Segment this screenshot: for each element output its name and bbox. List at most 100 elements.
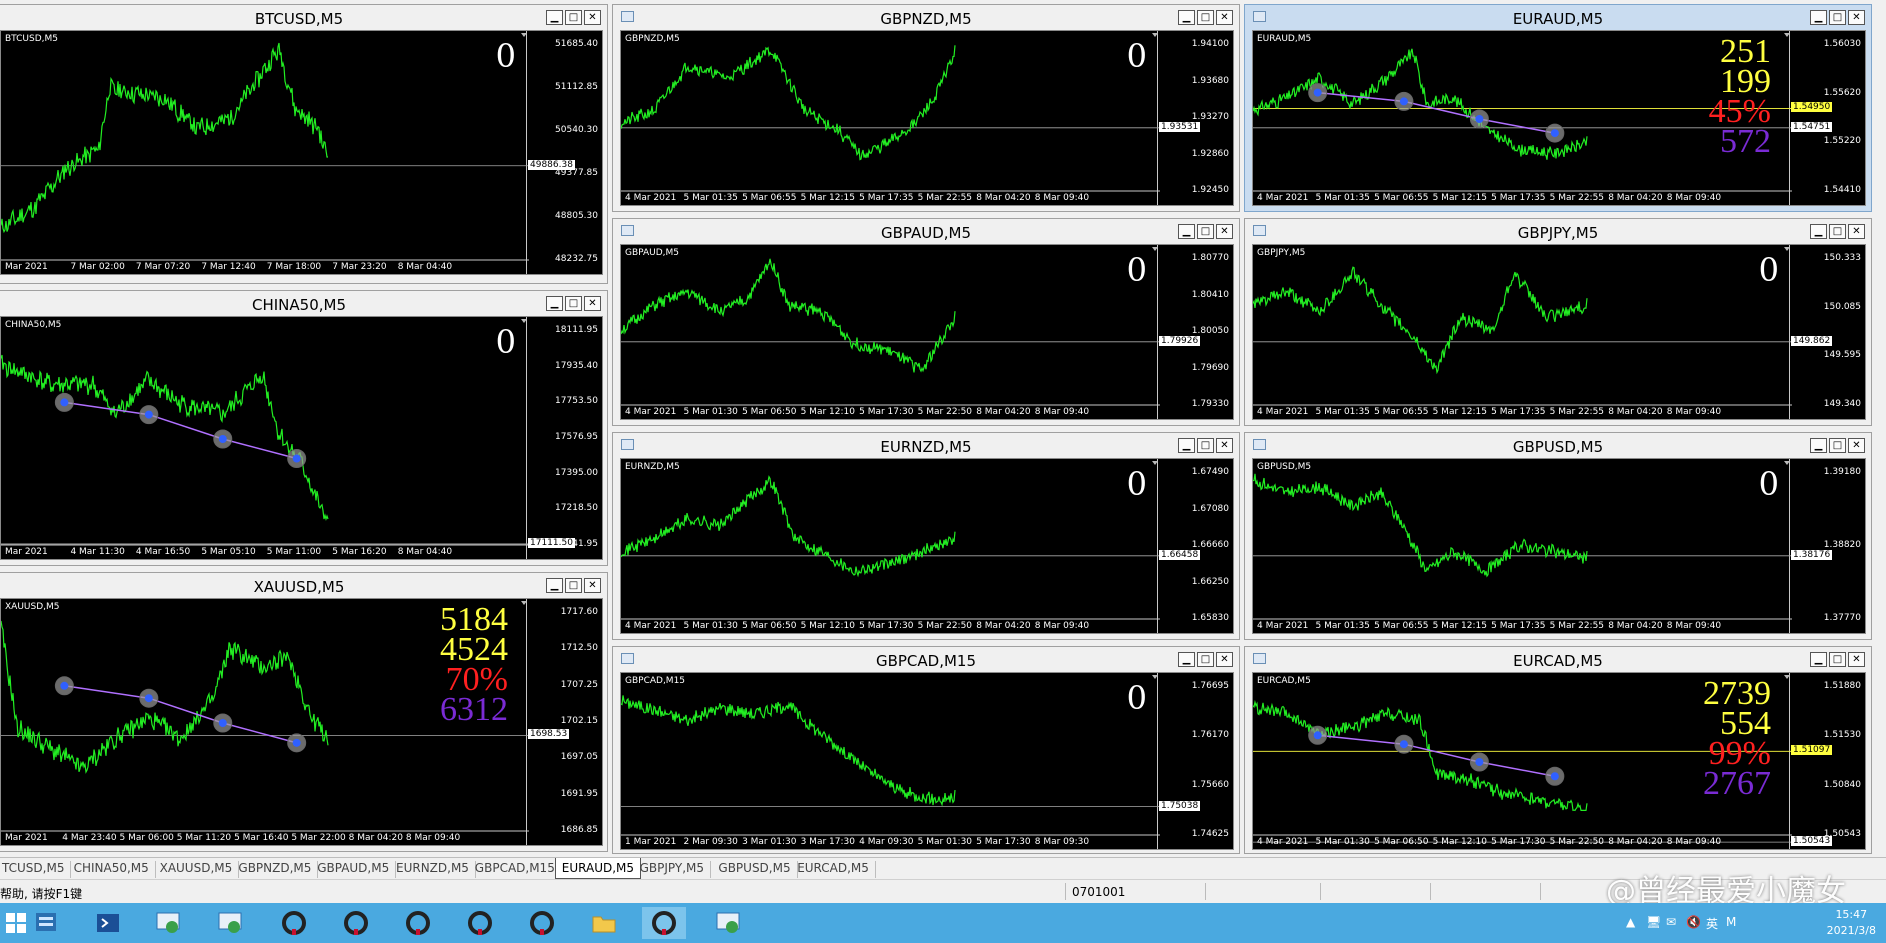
- minimize-button[interactable]: ▁: [546, 578, 563, 593]
- chart-plot-area[interactable]: EURNZD,M5 0 4 Mar 2021 5 Mar 01:30 5 Mar 06:…: [621, 459, 1160, 633]
- chart-plot-area[interactable]: GBPJPY,M5 0 4 Mar 2021 5 Mar 01:35 5 Mar 06:…: [1253, 245, 1792, 419]
- chart-tab[interactable]: EURCAD,M5: [791, 861, 876, 878]
- terminal-app-icon[interactable]: [278, 907, 310, 939]
- close-button[interactable]: ✕: [1848, 224, 1865, 239]
- chart-tab[interactable]: XAUUSD,M5: [154, 861, 240, 878]
- price-chart[interactable]: BTCUSD,M5 0 Mar 2021 7 Mar 02:00 7 Mar 07:20…: [0, 30, 603, 275]
- price-chart[interactable]: GBPUSD,M5 0 4 Mar 2021 5 Mar 01:35 5 Mar 06:…: [1252, 458, 1866, 634]
- maximize-button[interactable]: □: [1829, 438, 1846, 453]
- chart-plot-area[interactable]: EURAUD,M5 251 199 45% 572 4 Mar 2021 5 Mar 01:…: [1253, 31, 1792, 205]
- chart-plot-area[interactable]: GBPAUD,M5 0 4 Mar 2021 5 Mar 01:30 5 Mar 06:…: [621, 245, 1160, 419]
- maximize-button[interactable]: □: [565, 296, 582, 311]
- remote-desktop-icon[interactable]: [214, 907, 246, 939]
- window-titlebar[interactable]: BTCUSD,M5 ▁ □ ✕: [0, 5, 607, 29]
- tray-icon[interactable]: 英: [1706, 915, 1718, 932]
- chart-tab[interactable]: TCUSD,M5: [0, 861, 72, 878]
- close-button[interactable]: ✕: [1216, 10, 1233, 25]
- maximize-button[interactable]: □: [565, 10, 582, 25]
- chart-plot-area[interactable]: CHINA50,M5 0 Mar 2021 4 Mar 11:30 4 Mar 16:5…: [1, 317, 529, 559]
- maximize-button[interactable]: □: [1197, 10, 1214, 25]
- chart-tab[interactable]: GBPNZD,M5: [232, 861, 319, 878]
- start-button[interactable]: [0, 907, 32, 939]
- price-chart[interactable]: GBPJPY,M5 0 4 Mar 2021 5 Mar 01:35 5 Mar 06:…: [1252, 244, 1866, 420]
- chart-plot-area[interactable]: GBPNZD,M5 0 4 Mar 2021 5 Mar 01:35 5 Mar 06:…: [621, 31, 1160, 205]
- minimize-button[interactable]: ▁: [1178, 224, 1195, 239]
- close-button[interactable]: ✕: [1848, 438, 1865, 453]
- minimize-button[interactable]: ▁: [546, 296, 563, 311]
- chart-tab[interactable]: GBPUSD,M5: [712, 861, 798, 878]
- chart-plot-area[interactable]: BTCUSD,M5 0 Mar 2021 7 Mar 02:00 7 Mar 07:20…: [1, 31, 529, 274]
- chart-tab[interactable]: CHINA50,M5: [68, 861, 156, 878]
- maximize-button[interactable]: □: [1829, 652, 1846, 667]
- close-button[interactable]: ✕: [1848, 652, 1865, 667]
- window-titlebar[interactable]: XAUUSD,M5 ▁ □ ✕: [0, 573, 607, 597]
- close-button[interactable]: ✕: [1216, 438, 1233, 453]
- terminal-app-icon[interactable]: [402, 907, 434, 939]
- window-titlebar[interactable]: EURAUD,M5 ▁ □ ✕: [1245, 5, 1871, 29]
- maximize-button[interactable]: □: [565, 578, 582, 593]
- server-manager-icon[interactable]: [30, 907, 62, 939]
- chart-tab[interactable]: GBPAUD,M5: [311, 861, 397, 878]
- maximize-button[interactable]: □: [1197, 438, 1214, 453]
- price-line: [1253, 266, 1588, 375]
- price-chart[interactable]: CHINA50,M5 0 Mar 2021 4 Mar 11:30 4 Mar 16:5…: [0, 316, 603, 560]
- chart-plot-area[interactable]: XAUUSD,M5 5184 4524 70% 6312 Mar 2021 4 Mar 23…: [1, 599, 529, 845]
- minimize-button[interactable]: ▁: [1178, 652, 1195, 667]
- tray-icon[interactable]: 🔇: [1686, 915, 1701, 929]
- window-titlebar[interactable]: EURNZD,M5 ▁ □ ✕: [613, 433, 1239, 457]
- chart-plot-area[interactable]: EURCAD,M5 2739 554 99% 2767 4 Mar 2021 5 Mar 0…: [1253, 673, 1792, 849]
- price-chart[interactable]: EURNZD,M5 0 4 Mar 2021 5 Mar 01:30 5 Mar 06:…: [620, 458, 1234, 634]
- chart-tab[interactable]: GBPJPY,M5: [634, 861, 712, 878]
- close-button[interactable]: ✕: [1216, 652, 1233, 667]
- minimize-button[interactable]: ▁: [546, 10, 563, 25]
- tray-icon[interactable]: ✉: [1666, 915, 1676, 929]
- remote-desktop-icon[interactable]: [712, 907, 744, 939]
- window-titlebar[interactable]: GBPJPY,M5 ▁ □ ✕: [1245, 219, 1871, 243]
- tray-icon[interactable]: M: [1726, 915, 1736, 929]
- terminal-app-icon-active[interactable]: [642, 907, 686, 939]
- maximize-button[interactable]: □: [1197, 224, 1214, 239]
- price-chart[interactable]: GBPCAD,M15 0 1 Mar 2021 2 Mar 09:30 3 Mar 01…: [620, 672, 1234, 850]
- maximize-button[interactable]: □: [1829, 10, 1846, 25]
- chart-tab[interactable]: GBPCAD,M15: [469, 861, 562, 878]
- window-titlebar[interactable]: GBPNZD,M5 ▁ □ ✕: [613, 5, 1239, 29]
- close-button[interactable]: ✕: [584, 10, 601, 25]
- minimize-button[interactable]: ▁: [1178, 10, 1195, 25]
- close-button[interactable]: ✕: [1848, 10, 1865, 25]
- price-chart[interactable]: EURCAD,M5 2739 554 99% 2767 4 Mar 2021 5 Mar 0…: [1252, 672, 1866, 850]
- minimize-button[interactable]: ▁: [1810, 438, 1827, 453]
- window-titlebar[interactable]: CHINA50,M5 ▁ □ ✕: [0, 291, 607, 315]
- window-titlebar[interactable]: EURCAD,M5 ▁ □ ✕: [1245, 647, 1871, 671]
- window-titlebar[interactable]: GBPUSD,M5 ▁ □ ✕: [1245, 433, 1871, 457]
- price-chart[interactable]: GBPNZD,M5 0 4 Mar 2021 5 Mar 01:35 5 Mar 06:…: [620, 30, 1234, 206]
- close-button[interactable]: ✕: [1216, 224, 1233, 239]
- maximize-button[interactable]: □: [1829, 224, 1846, 239]
- chart-plot-area[interactable]: GBPCAD,M15 0 1 Mar 2021 2 Mar 09:30 3 Mar 01…: [621, 673, 1160, 849]
- time-tick-label: 8 Mar 09:40: [1034, 193, 1090, 203]
- minimize-button[interactable]: ▁: [1810, 652, 1827, 667]
- minimize-button[interactable]: ▁: [1810, 224, 1827, 239]
- chart-plot-area[interactable]: GBPUSD,M5 0 4 Mar 2021 5 Mar 01:35 5 Mar 06:…: [1253, 459, 1792, 633]
- chart-tab[interactable]: EURNZD,M5: [390, 861, 476, 878]
- price-chart[interactable]: GBPAUD,M5 0 4 Mar 2021 5 Mar 01:30 5 Mar 06:…: [620, 244, 1234, 420]
- price-chart[interactable]: EURAUD,M5 251 199 45% 572 4 Mar 2021 5 Mar 01:…: [1252, 30, 1866, 206]
- powershell-icon[interactable]: [92, 907, 124, 939]
- clock[interactable]: 15:47 2021/3/8: [1827, 907, 1876, 939]
- maximize-button[interactable]: □: [1197, 652, 1214, 667]
- minimize-button[interactable]: ▁: [1810, 10, 1827, 25]
- price-chart[interactable]: XAUUSD,M5 5184 4524 70% 6312 Mar 2021 4 Mar 23…: [0, 598, 603, 846]
- folder-icon[interactable]: [588, 907, 620, 939]
- minimize-button[interactable]: ▁: [1178, 438, 1195, 453]
- close-button[interactable]: ✕: [584, 296, 601, 311]
- terminal-app-icon[interactable]: [464, 907, 496, 939]
- window-titlebar[interactable]: GBPAUD,M5 ▁ □ ✕: [613, 219, 1239, 243]
- tray-icon[interactable]: 🖥: [1646, 915, 1661, 929]
- terminal-app-icon[interactable]: [340, 907, 372, 939]
- close-button[interactable]: ✕: [584, 578, 601, 593]
- trade-marker-dot: [292, 738, 301, 747]
- chart-tab[interactable]: EURAUD,M5: [554, 858, 642, 879]
- window-titlebar[interactable]: GBPCAD,M15 ▁ □ ✕: [613, 647, 1239, 671]
- remote-desktop-icon[interactable]: [152, 907, 184, 939]
- tray-icon[interactable]: ▲: [1626, 915, 1635, 929]
- terminal-app-icon[interactable]: [526, 907, 558, 939]
